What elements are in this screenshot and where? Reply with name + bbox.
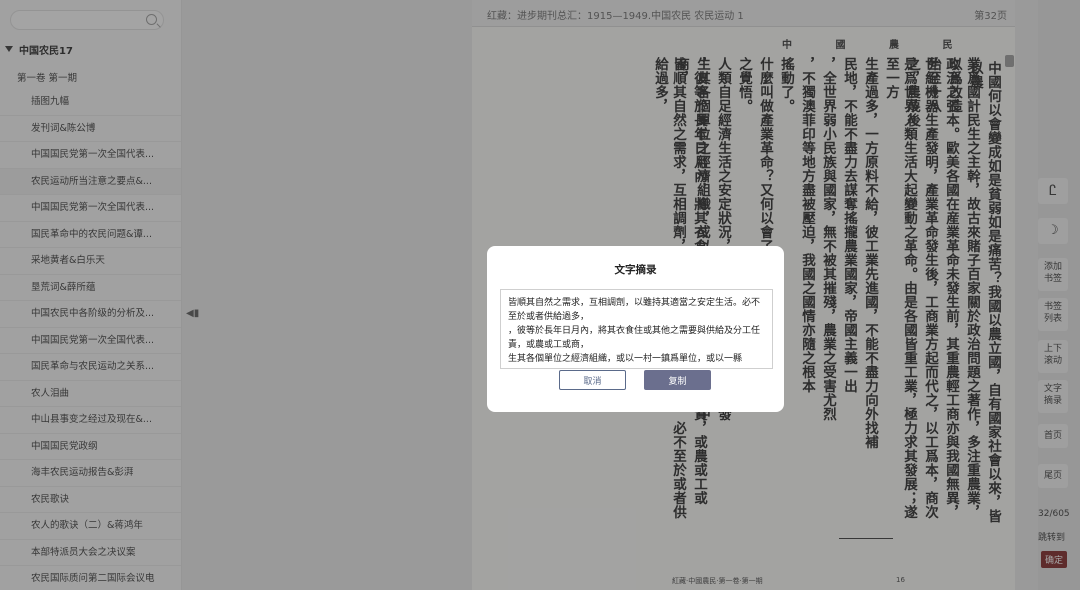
excerpt-textarea[interactable]: 皆順其自然之需求，互相調劑，以雖持其適當之安定生活。必不至於或者供給過多， ，彼… — [500, 289, 773, 369]
dialog-title: 文字摘录 — [614, 264, 657, 276]
cancel-button[interactable]: 取消 — [559, 370, 626, 390]
copy-button[interactable]: 复制 — [644, 370, 711, 390]
excerpt-dialog: 文字摘录 皆順其自然之需求，互相調劑，以雖持其適當之安定生活。必不至於或者供給過… — [487, 246, 784, 412]
